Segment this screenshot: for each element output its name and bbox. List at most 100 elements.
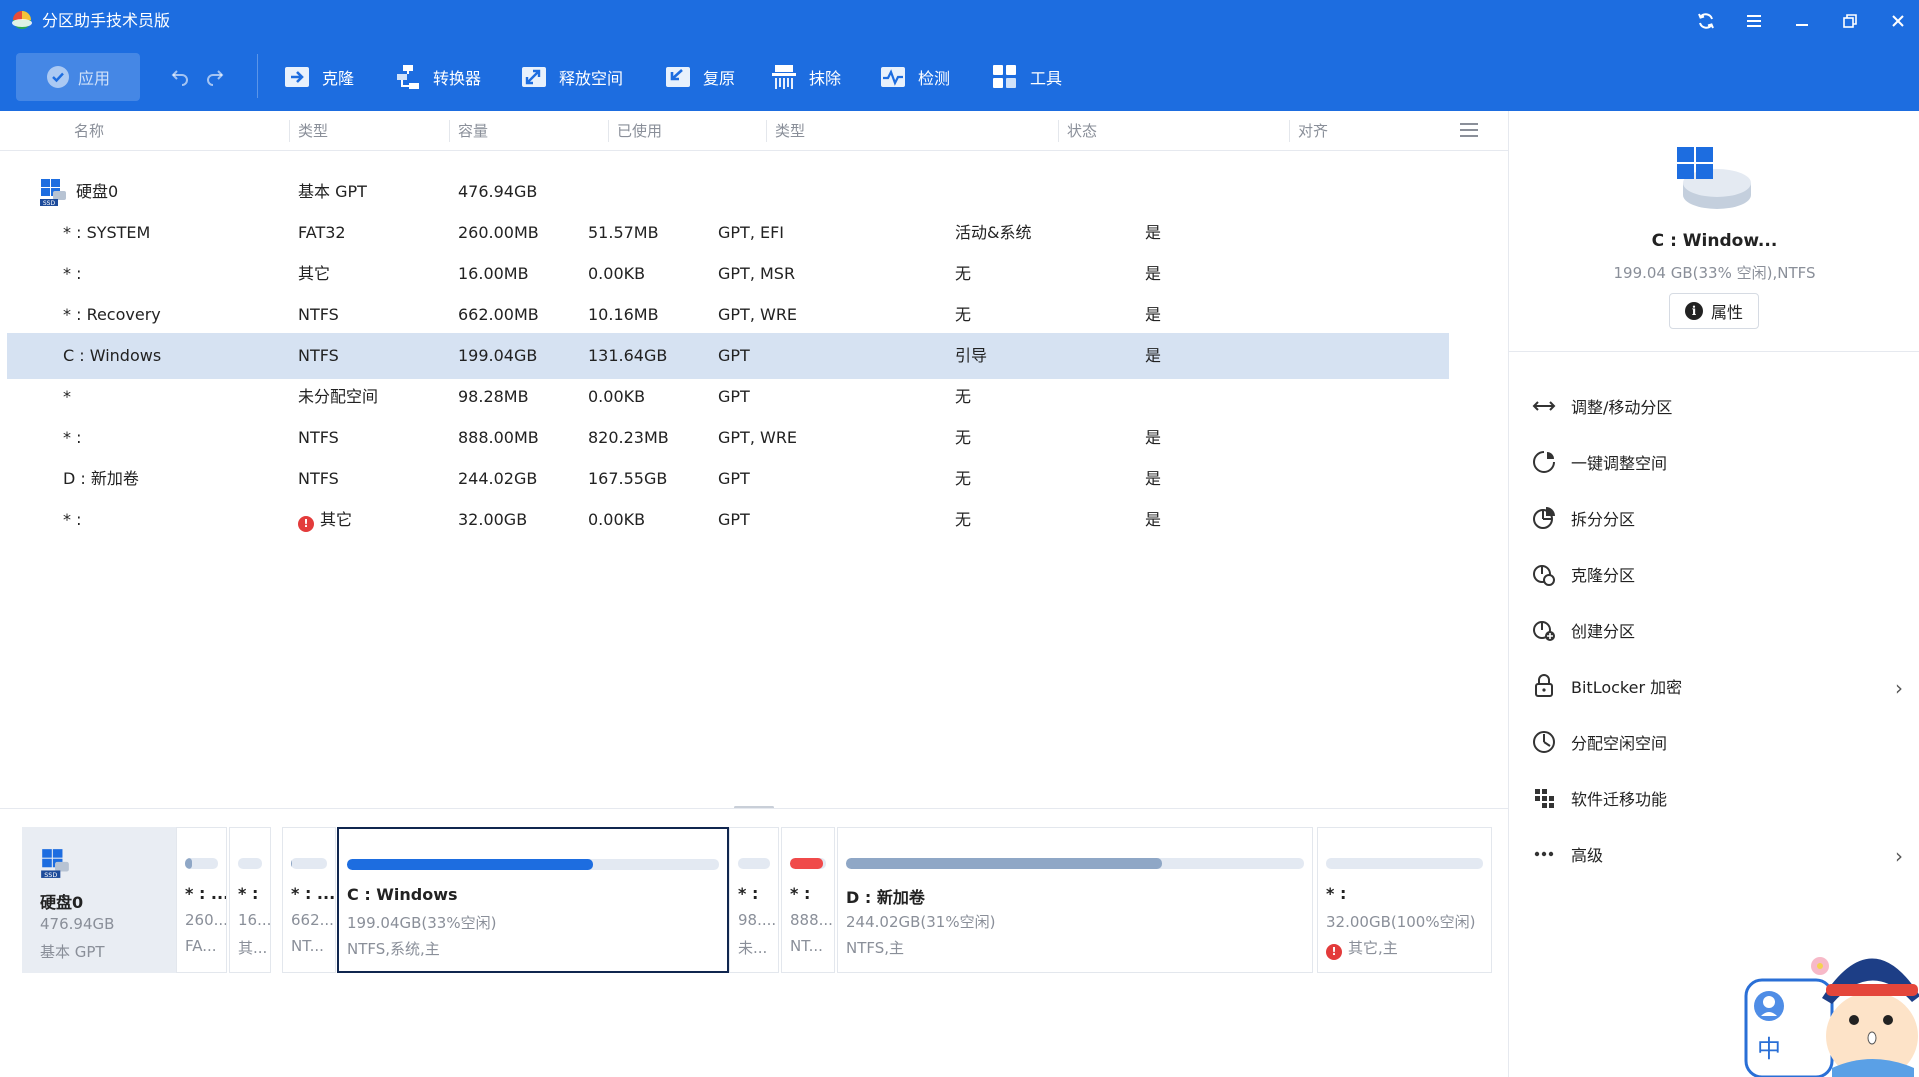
operation-split-partition[interactable]: 拆分分区	[1531, 498, 1911, 538]
tool-label: 克隆	[322, 69, 355, 88]
partition-fs: FAT32	[298, 223, 346, 242]
partition-used: 0.00KB	[588, 264, 646, 283]
chevron-right-icon: ›	[1895, 844, 1903, 868]
operation-resize-move[interactable]: 调整/移动分区	[1531, 386, 1911, 426]
partition-status: 无	[955, 305, 972, 324]
partition-used: 51.57MB	[588, 223, 659, 242]
column-header-name[interactable]: 名称	[66, 120, 104, 142]
partition-capacity: 98.28MB	[458, 387, 529, 406]
minimize-button[interactable]	[1784, 8, 1820, 34]
partition-row[interactable]: * 未分配空间 98.28MB 0.00KB GPT 无	[7, 374, 1449, 420]
partition-used: 167.55GB	[588, 469, 668, 488]
restore-icon	[666, 67, 690, 87]
partition-name: * : SYSTEM	[63, 223, 151, 242]
disk-map-partition-card[interactable]: * : ... 662.... NT...	[282, 827, 336, 973]
operation-more[interactable]: 高级 ›	[1531, 834, 1911, 874]
operation-lock[interactable]: BitLocker 加密 ›	[1531, 666, 1911, 706]
operation-clone-partition[interactable]: 克隆分区	[1531, 554, 1911, 594]
partition-row[interactable]: D : 新加卷 NTFS 244.02GB 167.55GB GPT 无 是	[7, 456, 1449, 502]
tool-restore[interactable]: 复原	[663, 60, 735, 94]
operation-label: 软件迁移功能	[1571, 790, 1668, 809]
partition-row[interactable]: * : NTFS 888.00MB 820.23MB GPT, WRE 无 是	[7, 415, 1449, 461]
column-header-align[interactable]: 对齐	[1289, 120, 1328, 142]
partition-type: GPT	[718, 510, 750, 529]
usage-bar-fill	[185, 858, 192, 869]
tool-tools[interactable]: 工具	[990, 60, 1062, 94]
disk-map-partition-card[interactable]: C : Windows 199.04GB(33%空闲) NTFS,系统,主	[337, 827, 729, 973]
tool-converter[interactable]: 转换器	[393, 60, 481, 94]
clone-partition-icon	[1533, 565, 1555, 586]
error-icon: !	[298, 516, 314, 532]
card-partition-name: * :	[790, 884, 811, 903]
partition-used: 10.16MB	[588, 305, 659, 324]
check-pulse-icon	[881, 67, 905, 87]
disk-map-partition-card[interactable]: * : 888.... NT...	[781, 827, 835, 973]
card-partition-name: * : ...	[185, 884, 227, 903]
disk-row[interactable]: SSD 硬盘0 基本 GPT 476.94GB	[7, 169, 1449, 215]
partition-row[interactable]: C : Windows NTFS 199.04GB 131.64GB GPT 引导 是	[7, 333, 1449, 379]
tool-wipe[interactable]: 抹除	[769, 60, 841, 94]
partition-type: GPT	[718, 346, 750, 365]
card-partition-name: * :	[738, 884, 759, 903]
partition-name: * :	[63, 428, 82, 447]
operation-label: 高级	[1571, 846, 1604, 865]
disk-map-partition-card[interactable]: * : 32.00GB(100%空闲)! 其它,主	[1317, 827, 1492, 973]
disk-map-partition-card[interactable]: D : 新加卷 244.02GB(31%空闲) NTFS,主	[837, 827, 1313, 973]
partition-fs: NTFS	[298, 346, 339, 365]
properties-button[interactable]: i 属性	[1669, 293, 1759, 329]
card-size-info: 32.00GB(100%空闲)	[1326, 913, 1476, 931]
operation-allocate-space[interactable]: 分配空闲空间	[1531, 722, 1911, 762]
partition-align: 是	[1145, 346, 1162, 365]
partition-status: 无	[955, 428, 972, 447]
column-header-fs[interactable]: 类型	[289, 120, 328, 142]
disk-map-partition-card[interactable]: * : 16.... 其...	[229, 827, 271, 973]
card-partition-name: * :	[238, 884, 259, 903]
operation-app-migration[interactable]: 软件迁移功能	[1531, 778, 1911, 818]
undo-button[interactable]	[168, 64, 192, 88]
column-header-status[interactable]: 状态	[1058, 120, 1097, 142]
menu-button[interactable]	[1736, 8, 1772, 34]
tool-label: 检测	[918, 69, 951, 88]
partition-type: GPT	[718, 387, 750, 406]
column-settings-icon[interactable]	[1458, 121, 1480, 139]
partition-row[interactable]: * : 其它 16.00MB 0.00KB GPT, MSR 无 是	[7, 251, 1449, 297]
column-header-used[interactable]: 已使用	[608, 120, 662, 142]
app-window: 分区助手技术员版 应用 克隆 转换器 释放空间 复原 抹除 检测 工具 名称 类…	[0, 0, 1919, 1077]
partition-status: 无	[955, 469, 972, 488]
tool-label: 复原	[703, 69, 736, 88]
disk-map-partition-card[interactable]: * : ... 260.... FA...	[176, 827, 227, 973]
partition-name: C : Windows	[63, 346, 162, 365]
refresh-button[interactable]	[1688, 8, 1724, 34]
tool-free-space[interactable]: 释放空间	[519, 60, 623, 94]
restore-window-button[interactable]	[1832, 8, 1868, 34]
partition-fs: NTFS	[298, 305, 339, 324]
operation-create-partition[interactable]: 创建分区	[1531, 610, 1911, 650]
card-size-info: 199.04GB(33%空闲)	[347, 914, 497, 932]
info-icon: i	[1684, 302, 1703, 320]
card-size-info: 888....	[790, 911, 835, 929]
restore-window-icon	[1843, 14, 1857, 28]
tool-clone[interactable]: 克隆	[282, 60, 354, 94]
map-disk-size: 476.94GB	[40, 915, 115, 933]
tool-label: 转换器	[433, 69, 482, 88]
partition-type: GPT, WRE	[718, 428, 798, 447]
partition-row[interactable]: * :! 其它 32.00GB 0.00KB GPT 无 是	[7, 497, 1449, 543]
tool-check[interactable]: 检测	[878, 60, 950, 94]
column-header-type[interactable]: 类型	[766, 120, 805, 142]
redo-button[interactable]	[203, 64, 227, 88]
card-size-info: 662....	[291, 911, 336, 929]
apply-button[interactable]: 应用	[16, 53, 140, 101]
assistant-mascot[interactable]: 中	[1742, 928, 1919, 1077]
operation-one-click-adjust[interactable]: 一键调整空间	[1531, 442, 1911, 482]
disk-map-disk-card[interactable]: SSD 硬盘0 476.94GB 基本 GPT	[22, 827, 176, 973]
partition-row[interactable]: * : Recovery NTFS 662.00MB 10.16MB GPT, WRE 无…	[7, 292, 1449, 338]
usage-bar	[1326, 858, 1483, 869]
column-header-capacity[interactable]: 容量	[449, 120, 488, 142]
close-button[interactable]	[1880, 8, 1916, 34]
partition-capacity: 32.00GB	[458, 510, 528, 529]
operation-label: 克隆分区	[1571, 566, 1636, 585]
partition-row[interactable]: * : SYSTEM FAT32 260.00MB 51.57MB GPT, EFI 活动…	[7, 210, 1449, 256]
disk-map-partition-card[interactable]: * : 98.... 未...	[729, 827, 779, 973]
partition-name: * :	[63, 510, 82, 529]
partition-align: 是	[1145, 510, 1162, 529]
